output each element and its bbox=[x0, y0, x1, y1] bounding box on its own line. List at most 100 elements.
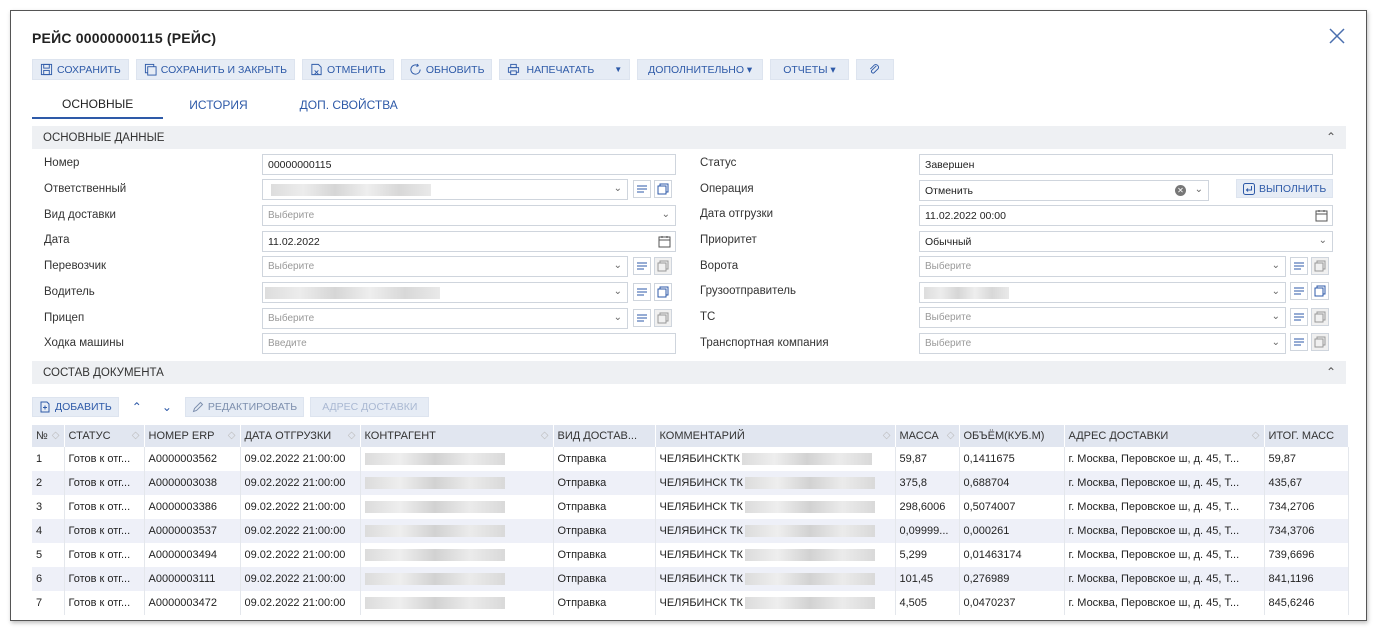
sort-icon[interactable]: ◇ bbox=[541, 430, 549, 441]
shipper-list-button[interactable] bbox=[1290, 282, 1308, 300]
chevron-down-icon[interactable]: ⌄ bbox=[1319, 235, 1327, 246]
save-button[interactable]: СОХРАНИТЬ bbox=[32, 59, 129, 80]
move-down-button[interactable]: ⌄ bbox=[155, 397, 179, 417]
sort-icon[interactable]: ◇ bbox=[348, 430, 356, 441]
table-row[interactable]: 7 Готов к отг... A0000003472 09.02.2022 21:… bbox=[32, 591, 1349, 615]
vehicle-list-button[interactable] bbox=[1290, 308, 1308, 326]
cell-counterparty[interactable] bbox=[360, 495, 554, 519]
cell-address[interactable]: г. Москва, Перовское ш, д. 45, Т... bbox=[1064, 567, 1265, 591]
cell-address[interactable]: г. Москва, Перовское ш, д. 45, Т... bbox=[1064, 543, 1265, 567]
cell-total-mass[interactable]: 59,87 bbox=[1264, 447, 1349, 471]
cell-volume[interactable]: 0,688704 bbox=[959, 471, 1065, 495]
refresh-button[interactable]: ОБНОВИТЬ bbox=[400, 59, 493, 80]
sort-icon[interactable]: ◇ bbox=[52, 430, 60, 441]
delivery-address-button[interactable]: АДРЕС ДОСТАВКИ bbox=[310, 397, 430, 417]
cell-counterparty[interactable] bbox=[360, 447, 554, 471]
trailer-list-button[interactable] bbox=[633, 309, 651, 327]
col-header-status[interactable]: СТАТУС ◇ bbox=[64, 425, 145, 447]
date-field[interactable]: 11.02.2022 bbox=[262, 231, 676, 252]
cell-number[interactable]: 6 bbox=[32, 567, 65, 591]
cell-ship-date[interactable]: 09.02.2022 21:00:00 bbox=[240, 519, 361, 543]
cell-status[interactable]: Готов к отг... bbox=[64, 519, 145, 543]
table-row[interactable]: 2 Готов к отг... A0000003038 09.02.2022 21:… bbox=[32, 471, 1349, 495]
vehicle-select[interactable]: Выберите ⌄ bbox=[919, 307, 1286, 328]
chevron-down-icon[interactable]: ⌄ bbox=[1272, 286, 1280, 297]
cell-erp-number[interactable]: A0000003038 bbox=[144, 471, 241, 495]
driver-list-button[interactable] bbox=[633, 283, 651, 301]
cell-erp-number[interactable]: A0000003386 bbox=[144, 495, 241, 519]
calendar-icon[interactable] bbox=[1315, 209, 1328, 222]
cell-mass[interactable]: 5,299 bbox=[895, 543, 960, 567]
delivery-type-select[interactable]: Выберите ⌄ bbox=[262, 205, 676, 226]
cell-delivery-type[interactable]: Отправка bbox=[553, 495, 656, 519]
cell-volume[interactable]: 0,5074007 bbox=[959, 495, 1065, 519]
cell-status[interactable]: Готов к отг... bbox=[64, 591, 145, 615]
print-button[interactable]: НАПЕЧАТАТЬ ▼ bbox=[499, 59, 631, 80]
col-header-volume[interactable]: ОБЪЁМ(КУБ.М) bbox=[959, 425, 1065, 447]
execute-button[interactable]: ВЫПОЛНИТЬ bbox=[1236, 179, 1334, 198]
cell-status[interactable]: Готов к отг... bbox=[64, 495, 145, 519]
driver-open-button[interactable] bbox=[654, 283, 672, 301]
cell-mass[interactable]: 59,87 bbox=[895, 447, 960, 471]
operation-select[interactable]: Отменить ✕ ⌄ bbox=[919, 180, 1209, 201]
cell-total-mass[interactable]: 734,3706 bbox=[1264, 519, 1349, 543]
priority-select[interactable]: Обычный ⌄ bbox=[919, 231, 1333, 252]
trailer-open-button[interactable] bbox=[654, 309, 672, 327]
chevron-down-icon[interactable]: ⌄ bbox=[614, 183, 622, 194]
cell-ship-date[interactable]: 09.02.2022 21:00:00 bbox=[240, 591, 361, 615]
cell-comment[interactable]: ЧЕЛЯБИНСК ТК bbox=[655, 543, 896, 567]
cell-counterparty[interactable] bbox=[360, 519, 554, 543]
clear-icon[interactable]: ✕ bbox=[1175, 185, 1186, 196]
machine-run-input[interactable]: Введите bbox=[262, 333, 676, 354]
cell-delivery-type[interactable]: Отправка bbox=[553, 519, 656, 543]
cell-status[interactable]: Готов к отг... bbox=[64, 567, 145, 591]
cell-total-mass[interactable]: 734,2706 bbox=[1264, 495, 1349, 519]
driver-field[interactable]: ⌄ bbox=[262, 282, 628, 303]
sort-icon[interactable]: ◇ bbox=[228, 430, 236, 441]
col-header-mass[interactable]: МАССА ◇ bbox=[895, 425, 960, 447]
chevron-down-icon[interactable]: ⌄ bbox=[614, 286, 622, 297]
cell-comment[interactable]: ЧЕЛЯБИНСК ТК bbox=[655, 567, 896, 591]
cell-counterparty[interactable] bbox=[360, 543, 554, 567]
cell-address[interactable]: г. Москва, Перовское ш, д. 45, Т... bbox=[1064, 591, 1265, 615]
cell-total-mass[interactable]: 841,1196 bbox=[1264, 567, 1349, 591]
cell-volume[interactable]: 0,276989 bbox=[959, 567, 1065, 591]
cell-total-mass[interactable]: 845,6246 bbox=[1264, 591, 1349, 615]
cell-comment[interactable]: ЧЕЛЯБИНСК ТК bbox=[655, 471, 896, 495]
sort-icon[interactable]: ◇ bbox=[132, 430, 140, 441]
number-field[interactable]: 00000000115 bbox=[262, 154, 676, 175]
responsible-list-button[interactable] bbox=[633, 180, 651, 198]
cell-status[interactable]: Готов к отг... bbox=[64, 447, 145, 471]
collapse-icon[interactable]: ⌃ bbox=[1326, 365, 1336, 379]
tab-extra-properties[interactable]: ДОП. СВОЙСТВА bbox=[274, 91, 424, 119]
sort-icon[interactable]: ◇ bbox=[1252, 430, 1260, 441]
cell-address[interactable]: г. Москва, Перовское ш, д. 45, Т... bbox=[1064, 519, 1265, 543]
cell-erp-number[interactable]: A0000003472 bbox=[144, 591, 241, 615]
table-row[interactable]: 3 Готов к отг... A0000003386 09.02.2022 21:… bbox=[32, 495, 1349, 519]
cell-total-mass[interactable]: 435,67 bbox=[1264, 471, 1349, 495]
table-row[interactable]: 6 Готов к отг... A0000003111 09.02.2022 21:… bbox=[32, 567, 1349, 591]
cell-ship-date[interactable]: 09.02.2022 21:00:00 bbox=[240, 543, 361, 567]
cell-number[interactable]: 1 bbox=[32, 447, 65, 471]
shipper-field[interactable]: ⌄ bbox=[919, 282, 1286, 303]
cell-delivery-type[interactable]: Отправка bbox=[553, 447, 656, 471]
collapse-icon[interactable]: ⌃ bbox=[1326, 130, 1336, 144]
col-header-total-mass[interactable]: ИТОГ. МАСС bbox=[1264, 425, 1349, 447]
cell-erp-number[interactable]: A0000003562 bbox=[144, 447, 241, 471]
carrier-select[interactable]: Выберите ⌄ bbox=[262, 256, 628, 277]
cell-mass[interactable]: 4,505 bbox=[895, 591, 960, 615]
ship-date-field[interactable]: 11.02.2022 00:00 bbox=[919, 205, 1333, 226]
trailer-select[interactable]: Выберите ⌄ bbox=[262, 308, 628, 329]
cell-ship-date[interactable]: 09.02.2022 21:00:00 bbox=[240, 471, 361, 495]
cell-volume[interactable]: 0,0470237 bbox=[959, 591, 1065, 615]
table-row[interactable]: 1 Готов к отг... A0000003562 09.02.2022 21:… bbox=[32, 447, 1349, 471]
print-dropdown-arrow[interactable]: ▼ bbox=[614, 65, 622, 74]
chevron-down-icon[interactable]: ⌄ bbox=[614, 312, 622, 323]
shipper-open-button[interactable] bbox=[1311, 282, 1329, 300]
col-header-counterparty[interactable]: КОНТРАГЕНТ ◇ bbox=[360, 425, 554, 447]
chevron-down-icon[interactable]: ⌄ bbox=[1272, 311, 1280, 322]
cell-address[interactable]: г. Москва, Перовское ш, д. 45, Т... bbox=[1064, 447, 1265, 471]
main-data-section-header[interactable]: ОСНОВНЫЕ ДАННЫЕ ⌃ bbox=[32, 126, 1346, 149]
cell-comment[interactable]: ЧЕЛЯБИНСК ТК bbox=[655, 519, 896, 543]
col-header-number[interactable]: № ◇ bbox=[32, 425, 65, 447]
